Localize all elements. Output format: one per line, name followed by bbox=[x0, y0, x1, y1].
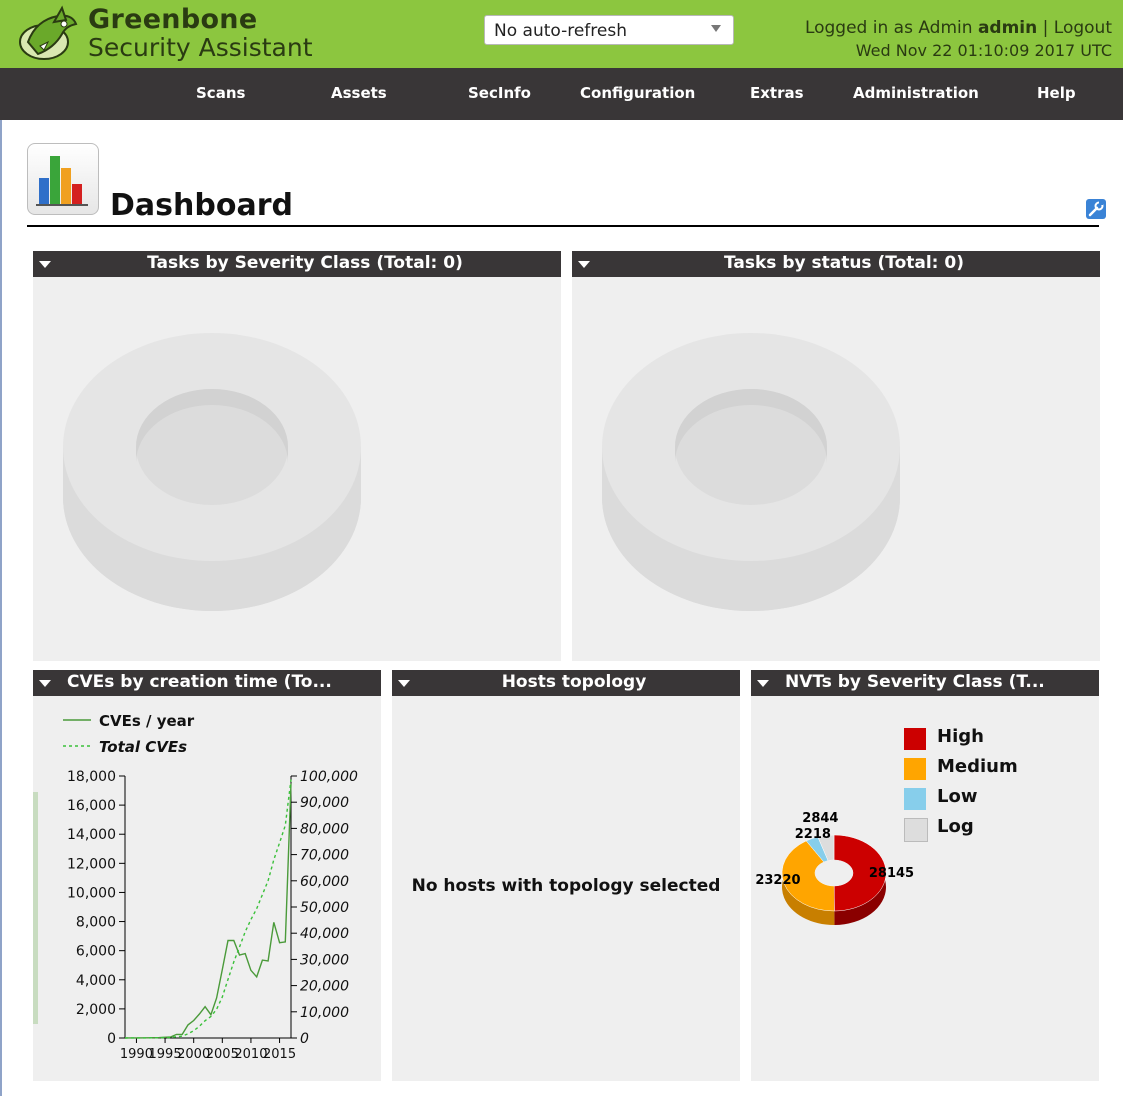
dashboard-bar-chart-icon bbox=[27, 143, 99, 215]
y-left-tick-label: 8,000 bbox=[76, 915, 116, 931]
panel-title: CVEs by creation time (To... bbox=[67, 672, 332, 692]
main-navbar: Scans Assets SecInfo Configuration Extra… bbox=[0, 68, 1123, 120]
auto-refresh-value: No auto-refresh bbox=[494, 21, 627, 41]
y-left-tick-label: 6,000 bbox=[76, 944, 116, 960]
y-right-tick-label: 60,000 bbox=[300, 874, 349, 890]
bar-chart-icon bbox=[36, 156, 88, 206]
collapse-toggle-icon[interactable] bbox=[398, 680, 410, 687]
nav-administration[interactable]: Administration bbox=[853, 84, 979, 102]
top-header: Greenbone Security Assistant No auto-ref… bbox=[0, 0, 1123, 68]
panel-nvts-severity: NVTs by Severity Class (T... High Medium L… bbox=[751, 670, 1099, 1081]
separator: | bbox=[1042, 18, 1049, 38]
panel-header: CVEs by creation time (To... bbox=[33, 670, 381, 696]
current-datetime: Wed Nov 22 01:10:09 2017 UTC bbox=[855, 41, 1112, 60]
username-link[interactable]: admin bbox=[978, 18, 1037, 38]
legend-label-cves-year: CVEs / year bbox=[99, 712, 195, 730]
y-left-tick-label: 18,000 bbox=[67, 769, 116, 785]
nav-secinfo[interactable]: SecInfo bbox=[468, 84, 531, 102]
y-right-tick-label: 10,000 bbox=[300, 1005, 349, 1021]
panel-tasks-severity: Tasks by Severity Class (Total: 0) bbox=[33, 251, 561, 661]
collapse-toggle-icon[interactable] bbox=[39, 680, 51, 687]
slice-value-label-low: 2218 bbox=[795, 827, 831, 842]
y-right-tick-label: 20,000 bbox=[300, 979, 349, 995]
series-line-total-cves bbox=[124, 779, 292, 1039]
panel-hosts-topology: Hosts topology No hosts with topology se… bbox=[392, 670, 740, 1081]
panel-header: Hosts topology bbox=[392, 670, 740, 696]
brand-title: Greenbone bbox=[88, 4, 258, 35]
auto-refresh-select[interactable]: No auto-refresh bbox=[484, 15, 734, 45]
nvt-donut-chart: 28145 23220 22182844 bbox=[755, 811, 914, 925]
login-info: Logged in as Admin admin | Logout bbox=[805, 18, 1112, 38]
y-right-tick-label: 0 bbox=[300, 1031, 309, 1047]
brand-subtitle: Security Assistant bbox=[88, 33, 313, 62]
legend-label-total-cves: Total CVEs bbox=[99, 738, 187, 756]
y-right-tick-label: 100,000 bbox=[300, 769, 358, 785]
y-left-tick-label: 10,000 bbox=[67, 885, 116, 901]
panel-title: Hosts topology bbox=[501, 672, 647, 692]
cve-line-chart: CVEs / year Total CVEs 0 2,000 4,000 6,000 8,0… bbox=[63, 712, 358, 1062]
nav-configuration[interactable]: Configuration bbox=[580, 84, 695, 102]
panel-header: NVTs by Severity Class (T... bbox=[751, 670, 1099, 696]
nav-assets[interactable]: Assets bbox=[331, 84, 387, 102]
panel-header: Tasks by status (Total: 0) bbox=[572, 251, 1100, 277]
wrench-icon[interactable] bbox=[1086, 199, 1106, 219]
collapse-toggle-icon[interactable] bbox=[39, 261, 51, 268]
empty-donut-chart bbox=[63, 333, 361, 611]
empty-donut-shape bbox=[63, 333, 361, 611]
y-right-tick-label: 40,000 bbox=[300, 926, 349, 942]
logout-link[interactable]: Logout bbox=[1054, 18, 1112, 38]
nav-extras[interactable]: Extras bbox=[750, 84, 804, 102]
empty-donut-chart bbox=[602, 333, 900, 611]
panel-tasks-status: Tasks by status (Total: 0) bbox=[572, 251, 1100, 661]
page-title: Dashboard bbox=[110, 188, 293, 223]
x-tick-label: 2015 bbox=[263, 1047, 296, 1062]
slice-value-label-medium: 23220 bbox=[755, 873, 800, 888]
y-right-tick-label: 30,000 bbox=[300, 952, 349, 968]
user-role: Admin bbox=[918, 18, 973, 38]
nav-scans[interactable]: Scans bbox=[196, 84, 245, 102]
panel-title: Tasks by Severity Class (Total: 0) bbox=[147, 253, 463, 273]
y-left-tick-label: 2,000 bbox=[76, 1002, 116, 1018]
y-right-tick-label: 50,000 bbox=[300, 900, 349, 916]
chevron-down-icon bbox=[711, 25, 721, 32]
y-right-tick-label: 70,000 bbox=[300, 848, 349, 864]
panel-title: NVTs by Severity Class (T... bbox=[785, 672, 1045, 692]
logged-in-label: Logged in as bbox=[804, 18, 913, 38]
panel-title: Tasks by status (Total: 0) bbox=[723, 253, 965, 273]
panel-cves-creation-time: CVEs by creation time (To... CVEs / year… bbox=[33, 670, 381, 1081]
panel-header: Tasks by Severity Class (Total: 0) bbox=[33, 251, 561, 277]
y-left-tick-label: 4,000 bbox=[76, 973, 116, 989]
collapse-toggle-icon[interactable] bbox=[578, 261, 590, 268]
title-divider bbox=[27, 225, 1099, 227]
y-left-tick-label: 0 bbox=[107, 1031, 116, 1047]
slice-value-label-high: 28145 bbox=[869, 866, 914, 881]
donut-hole bbox=[815, 860, 853, 886]
window-left-edge bbox=[0, 120, 2, 1096]
empty-donut-shape bbox=[602, 333, 900, 611]
topology-empty-message: No hosts with topology selected bbox=[411, 876, 721, 896]
y-left-tick-label: 16,000 bbox=[67, 798, 116, 814]
collapse-toggle-icon[interactable] bbox=[757, 680, 769, 687]
slice-value-label-log: 2844 bbox=[802, 811, 838, 826]
y-left-tick-label: 14,000 bbox=[67, 827, 116, 843]
greenbone-logo-icon[interactable] bbox=[14, 2, 82, 66]
y-right-tick-label: 90,000 bbox=[300, 795, 349, 811]
nav-help[interactable]: Help bbox=[1037, 84, 1076, 102]
series-line-cves-year bbox=[124, 783, 292, 1039]
y-right-tick-label: 80,000 bbox=[300, 821, 349, 837]
y-left-tick-label: 12,000 bbox=[67, 856, 116, 872]
